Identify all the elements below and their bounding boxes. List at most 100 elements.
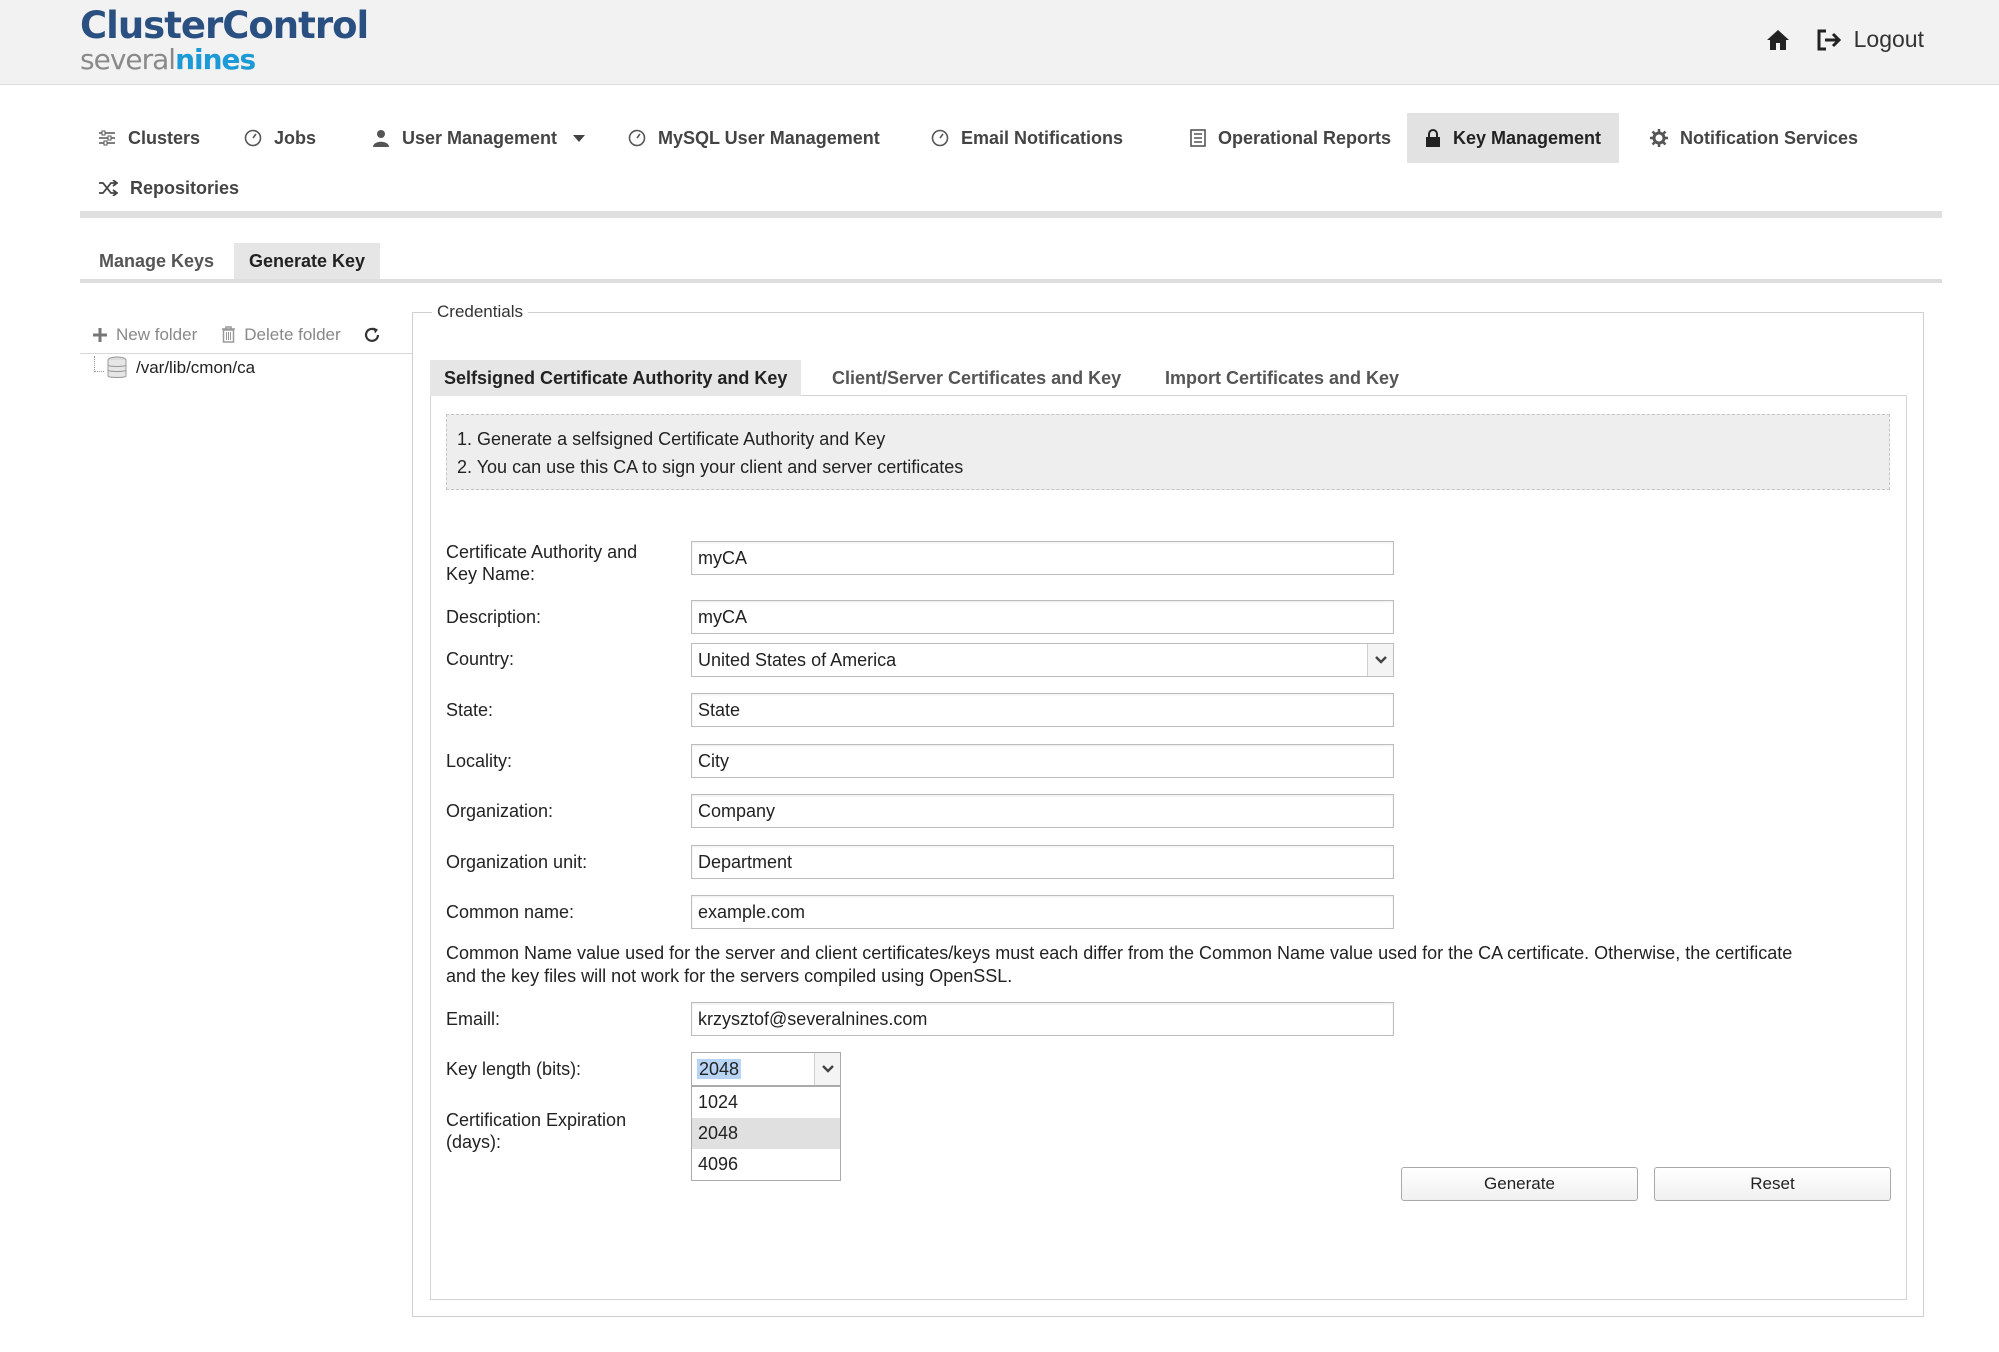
key-management-tabs: Manage Keys Generate Key xyxy=(80,243,1942,283)
key-length-option-1024[interactable]: 1024 xyxy=(692,1087,840,1118)
info-box: 1. Generate a selfsigned Certificate Aut… xyxy=(446,414,1890,490)
credentials-tabs: Selfsigned Certificate Authority and Key… xyxy=(430,360,1907,396)
org-unit-input[interactable] xyxy=(691,845,1394,879)
logout-icon xyxy=(1817,29,1841,50)
nav-mysql-user-management-label: MySQL User Management xyxy=(658,127,880,148)
refresh-icon xyxy=(364,327,379,342)
expiration-label-line-1: Certification Expiration xyxy=(446,1110,627,1130)
nav-notification-services-label: Notification Services xyxy=(1680,127,1859,148)
app-header: ClusterControl severalnines Logout xyxy=(0,0,1999,85)
nav-clusters[interactable]: Clusters xyxy=(80,113,218,163)
tab-manage-keys[interactable]: Manage Keys xyxy=(84,243,229,279)
expiration-label-line-2: (days): xyxy=(446,1132,502,1152)
description-label: Description: xyxy=(446,607,542,627)
key-length-select-value: 2048 xyxy=(697,1059,742,1079)
logo-subtitle-a: several xyxy=(80,43,176,76)
tab-generate-key[interactable]: Generate Key xyxy=(234,243,381,279)
nav-divider xyxy=(80,211,1942,218)
logout-label: Logout xyxy=(1853,26,1924,52)
nav-repositories[interactable]: Repositories xyxy=(80,163,257,213)
nav-jobs[interactable]: Jobs xyxy=(226,113,334,163)
logo-subtitle-b: nines xyxy=(175,43,256,76)
logo-subtitle: severalnines xyxy=(80,46,368,74)
database-icon xyxy=(107,356,127,378)
nav-repositories-label: Repositories xyxy=(130,177,240,198)
nav-key-management[interactable]: Key Management xyxy=(1407,113,1620,163)
state-label: State: xyxy=(446,700,494,720)
chevron-down-icon xyxy=(1367,644,1393,676)
nav-email-notifications[interactable]: Email Notifications xyxy=(913,113,1141,163)
shuffle-icon xyxy=(99,180,118,196)
new-folder-button[interactable]: New folder xyxy=(92,325,197,345)
key-length-label: Key length (bits): xyxy=(446,1059,582,1079)
home-button[interactable] xyxy=(1766,29,1790,51)
common-name-note: Common Name value used for the server an… xyxy=(446,942,1896,988)
generate-button[interactable]: Generate xyxy=(1401,1167,1638,1201)
key-length-option-4096[interactable]: 4096 xyxy=(692,1149,840,1180)
tab-selfsigned-ca[interactable]: Selfsigned Certificate Authority and Key xyxy=(430,360,802,396)
logo-title: ClusterControl xyxy=(80,4,369,47)
delete-folder-label: Delete folder xyxy=(244,324,341,344)
country-select[interactable]: United States of America xyxy=(691,643,1394,677)
country-label: Country: xyxy=(446,649,515,669)
locality-label: Locality: xyxy=(446,751,513,771)
dashboard-icon xyxy=(628,129,646,147)
trash-icon xyxy=(222,326,236,343)
key-length-select[interactable]: 2048 xyxy=(691,1052,841,1086)
info-line-1: 1. Generate a selfsigned Certificate Aut… xyxy=(457,429,886,449)
state-input[interactable] xyxy=(691,693,1394,727)
tree-item-label: /var/lib/cmon/ca xyxy=(136,358,256,377)
dashboard-icon xyxy=(244,129,262,147)
credentials-legend: Credentials xyxy=(432,302,528,322)
reset-button[interactable]: Reset xyxy=(1654,1167,1891,1201)
expiration-label: Certification Expiration (days): xyxy=(446,1109,626,1153)
gear-icon xyxy=(1650,129,1668,147)
nav-notification-services[interactable]: Notification Services xyxy=(1632,113,1876,163)
ca-name-label: Certificate Authority and Key Name: xyxy=(446,541,637,585)
tree-item-ca-folder[interactable]: /var/lib/cmon/ca xyxy=(106,356,255,380)
common-name-input[interactable] xyxy=(691,895,1394,929)
nav-operational-reports[interactable]: Operational Reports xyxy=(1172,113,1409,163)
chevron-down-icon xyxy=(814,1053,840,1085)
locality-input[interactable] xyxy=(691,744,1394,778)
nav-user-management[interactable]: User Management xyxy=(354,113,603,163)
new-folder-label: New folder xyxy=(116,324,198,344)
nav-clusters-label: Clusters xyxy=(128,127,201,148)
key-length-dropdown: 1024 2048 4096 xyxy=(691,1086,841,1181)
info-line-2: 2. You can use this CA to sign your clie… xyxy=(457,457,964,477)
document-icon xyxy=(1190,129,1206,147)
sliders-icon xyxy=(99,130,115,146)
tree-connector xyxy=(94,356,104,372)
nav-email-notifications-label: Email Notifications xyxy=(961,127,1124,148)
nav-mysql-user-management[interactable]: MySQL User Management xyxy=(610,113,898,163)
ca-name-input[interactable] xyxy=(691,541,1394,575)
common-name-label: Common name: xyxy=(446,902,575,922)
nav-key-management-label: Key Management xyxy=(1453,127,1602,148)
description-input[interactable] xyxy=(691,600,1394,634)
nav-jobs-label: Jobs xyxy=(274,127,317,148)
refresh-button[interactable] xyxy=(363,326,381,344)
tab-import-certs[interactable]: Import Certificates and Key xyxy=(1151,360,1413,396)
home-icon xyxy=(1766,29,1789,50)
org-unit-label: Organization unit: xyxy=(446,852,588,872)
lock-icon xyxy=(1426,129,1440,147)
note-line-2: and the key files will not work for the … xyxy=(446,966,1013,986)
delete-folder-button[interactable]: Delete folder xyxy=(221,324,341,345)
ca-name-label-line-2: Key Name: xyxy=(446,564,536,584)
nav-user-management-label: User Management xyxy=(402,127,558,148)
email-input[interactable] xyxy=(691,1002,1394,1036)
country-select-value: United States of America xyxy=(698,650,897,670)
organization-label: Organization: xyxy=(446,801,554,821)
ca-name-label-line-1: Certificate Authority and xyxy=(446,542,638,562)
user-icon xyxy=(373,130,389,147)
note-line-1: Common Name value used for the server an… xyxy=(446,943,1793,963)
key-length-option-2048[interactable]: 2048 xyxy=(692,1118,840,1149)
tab-client-server-certs[interactable]: Client/Server Certificates and Key xyxy=(818,360,1135,396)
organization-input[interactable] xyxy=(691,794,1394,828)
folder-toolbar: New folder Delete folder xyxy=(80,316,412,354)
clustercontrol-logo[interactable]: ClusterControl severalnines xyxy=(80,4,369,74)
email-label: Emaill: xyxy=(446,1009,501,1029)
chevron-down-icon xyxy=(573,134,586,142)
logout-button[interactable]: Logout xyxy=(1816,26,1924,53)
plus-icon xyxy=(93,327,107,342)
